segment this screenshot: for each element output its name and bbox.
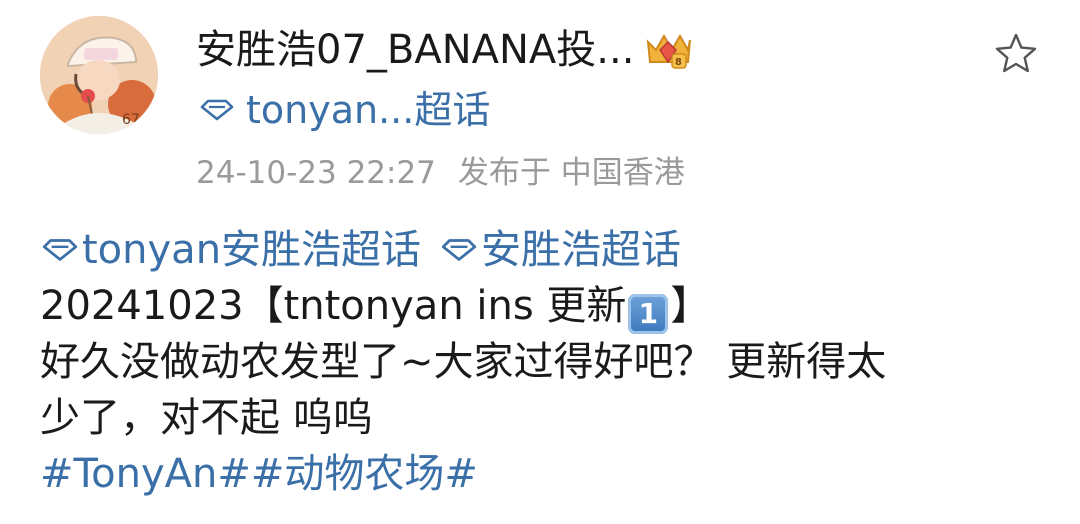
post-line: 好久没做动农发型了~大家过得好吧？ 更新得太	[40, 339, 887, 385]
post-body: tonyan安胜浩超话 安胜浩超话 20241023【tntonyan ins …	[40, 222, 1050, 502]
hashtag-row: #TonyAn##动物农场#	[40, 446, 1050, 502]
post-line-text: 】	[670, 283, 711, 329]
hashtag-link[interactable]: #TonyAn#	[40, 451, 251, 497]
post-timestamp: 24-10-23 22:27	[196, 155, 436, 191]
diamond-icon	[441, 239, 477, 261]
avatar-illustration-icon: 67	[40, 16, 158, 134]
diamond-icon	[200, 99, 234, 121]
post-line-text: 20241023【tntonyan ins 更新	[40, 283, 627, 329]
svg-text:67: 67	[122, 112, 140, 128]
topic-tag-label: tonyan安胜浩超话	[82, 227, 422, 273]
topic-tag[interactable]: tonyan安胜浩超话	[40, 222, 421, 278]
diamond-icon	[42, 239, 78, 261]
crown-badge-icon[interactable]: 8	[642, 28, 694, 72]
topic-row: tonyan...超话	[198, 84, 490, 136]
topic-tag-label: 安胜浩超话	[481, 227, 682, 273]
author-row: 安胜浩07_BANANA投... 8	[196, 22, 694, 78]
topic-tag[interactable]: 安胜浩超话	[439, 222, 681, 278]
keycap-one-icon: 1	[628, 294, 669, 334]
post-location: 发布于 中国香港	[457, 155, 685, 191]
author-name[interactable]: 安胜浩07_BANANA投...	[196, 22, 634, 78]
topic-link[interactable]: tonyan...超话	[246, 84, 490, 136]
post-line: 少了，对不起 呜呜	[40, 395, 373, 441]
hashtag-link[interactable]: #动物农场#	[251, 451, 478, 497]
star-icon[interactable]	[992, 30, 1040, 78]
avatar[interactable]: 67	[40, 16, 158, 134]
post-line: 20241023【tntonyan ins 更新 1】	[40, 278, 1050, 334]
topic-tags: tonyan安胜浩超话 安胜浩超话	[40, 222, 1050, 278]
post-meta: 24-10-23 22:27 发布于 中国香港	[196, 150, 685, 196]
svg-text:8: 8	[675, 57, 682, 68]
